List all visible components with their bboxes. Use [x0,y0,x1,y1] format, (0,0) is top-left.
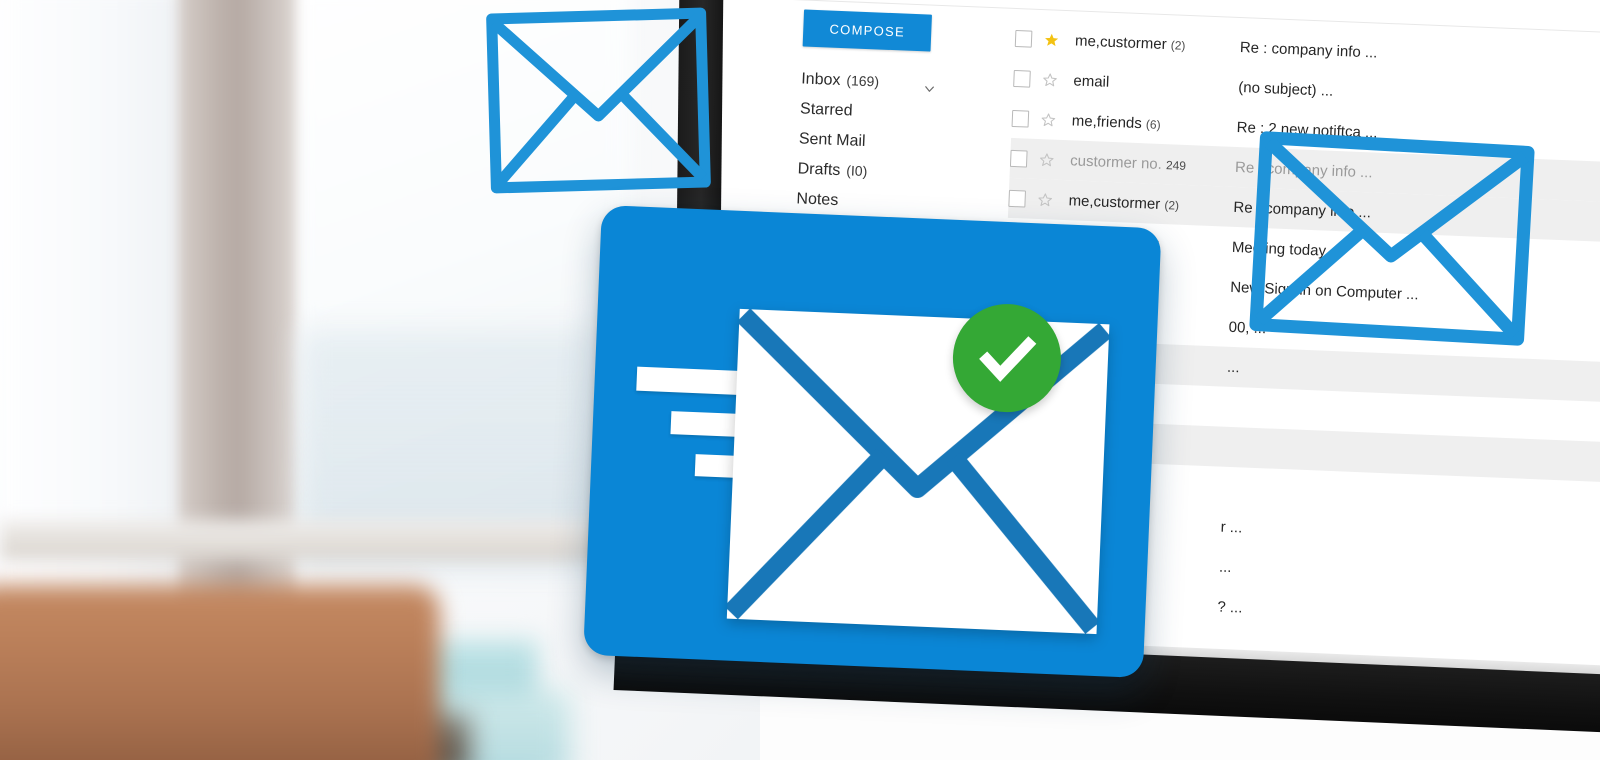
message-subject: Re : company info ... [1239,38,1378,62]
envelope-outline-right-icon [1246,128,1537,348]
speed-line [694,454,738,478]
window-pane-left [0,0,190,610]
sidebar-item-count: (I0) [846,162,868,180]
sidebar-item-label: Notes [796,190,839,210]
message-subject: (no subject) ... [1237,78,1334,100]
message-sender: custormer no. 249 [1069,151,1187,173]
star-icon[interactable] [1041,32,1062,48]
message-sender: email [1073,71,1110,91]
message-subject: ... [1226,358,1240,376]
message-count: (2) [1170,37,1186,53]
message-subject: ... [1218,558,1232,576]
star-icon[interactable] [1038,111,1059,127]
sidebar-item-label: Drafts [797,160,841,180]
message-subject: ? ... [1217,598,1243,617]
speed-line [636,366,742,395]
message-checkbox[interactable] [1011,109,1030,128]
message-checkbox[interactable] [1013,69,1031,88]
message-count: (6) [1145,116,1161,132]
compose-button[interactable]: COMPOSE [802,9,932,52]
scene-stage: 1-100 of 346 COMPOSE Inbox (169) [0,0,1600,760]
sidebar-item-label: Sent Mail [798,130,866,151]
message-count: (2) [1164,197,1180,213]
sidebar-item-count: (169) [846,72,880,90]
message-checkbox[interactable] [1009,149,1028,168]
sidebar-item-label: Starred [799,100,853,120]
star-icon[interactable] [1034,191,1055,207]
sofa-foreground [0,585,440,760]
message-sender: me,custormer (2) [1068,191,1180,213]
message-sender: me,custormer (2) [1074,31,1186,53]
chevron-down-icon[interactable] [923,82,937,96]
speed-line [670,411,740,437]
message-subject: r ... [1220,518,1243,536]
message-checkbox[interactable] [1008,189,1027,208]
speed-lines-decoration [627,366,742,478]
message-sender: me,friends (6) [1071,111,1161,132]
sidebar-item-label: Inbox [800,70,841,90]
message-checkbox[interactable] [1014,29,1033,48]
star-icon[interactable] [1036,151,1057,167]
email-sent-card [583,205,1162,679]
envelope-outline-top-left-icon [483,5,713,196]
message-count: 249 [1165,157,1187,173]
star-icon[interactable] [1039,72,1060,88]
